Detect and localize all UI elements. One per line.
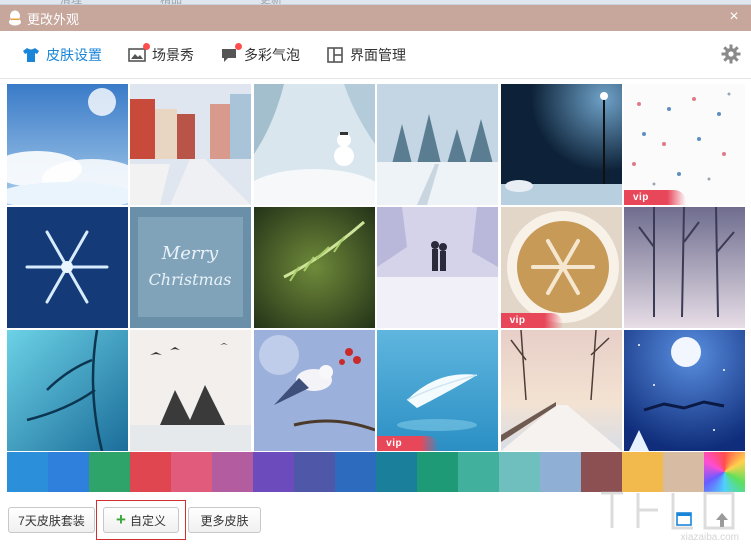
- skin-grid: vip Merry Christmas vip vip: [7, 84, 745, 451]
- custom-skin-button[interactable]: + 自定义: [103, 507, 179, 533]
- tab-skin-settings[interactable]: 皮肤设置: [22, 45, 102, 65]
- chat-bubble-icon: [220, 42, 242, 64]
- skin-tile-night-streetlamp[interactable]: [500, 84, 622, 205]
- notification-dot: [235, 42, 242, 50]
- svg-text:Merry: Merry: [161, 243, 219, 264]
- skin-thumbnail: [500, 330, 622, 451]
- skin-thumbnail: [130, 330, 252, 451]
- skin-tile-latte-art[interactable]: vip: [500, 207, 622, 328]
- close-button[interactable]: ×: [725, 8, 743, 26]
- picture-icon: [128, 42, 150, 64]
- skin-tile-feather[interactable]: vip: [377, 330, 499, 451]
- color-swatch[interactable]: [335, 452, 376, 492]
- skin-tile-blue-branches[interactable]: [7, 330, 128, 451]
- skin-tile-snowman[interactable]: [253, 84, 375, 205]
- color-swatch[interactable]: [704, 452, 745, 492]
- color-swatch[interactable]: [376, 452, 417, 492]
- tab-label: 界面管理: [350, 46, 406, 63]
- skin-tile-winter-boardwalk[interactable]: [500, 330, 622, 451]
- notification-dot: [143, 42, 150, 50]
- skin-thumbnail: [253, 84, 375, 205]
- tab-label: 多彩气泡: [244, 46, 300, 63]
- title-bar: 更改外观 ×: [0, 5, 751, 31]
- skin-thumbnail: [377, 207, 499, 328]
- seven-day-skin-suit-button[interactable]: 7天皮肤套装: [8, 507, 95, 533]
- skin-thumbnail: [623, 330, 745, 451]
- color-swatch[interactable]: [622, 452, 663, 492]
- color-swatch[interactable]: [130, 452, 171, 492]
- color-swatch[interactable]: [417, 452, 458, 492]
- color-swatch[interactable]: [294, 452, 335, 492]
- more-skins-button[interactable]: 更多皮肤: [188, 507, 261, 533]
- color-swatch[interactable]: [458, 452, 499, 492]
- skin-thumbnail: [7, 330, 128, 451]
- vip-badge: vip: [623, 190, 686, 205]
- skin-tile-merry-christmas[interactable]: Merry Christmas: [130, 207, 252, 328]
- color-swatch[interactable]: [7, 452, 48, 492]
- tab-label: 皮肤设置: [46, 46, 102, 63]
- tab-bar: 皮肤设置 场景秀 多彩气泡 界面管理: [0, 31, 751, 79]
- skin-thumbnail: [253, 330, 375, 451]
- custom-label: 自定义: [129, 513, 166, 528]
- skin-tile-blue-snowflake[interactable]: [7, 207, 128, 328]
- skin-thumbnail: [7, 207, 128, 328]
- skin-thumbnail: [500, 84, 622, 205]
- color-swatch[interactable]: [48, 452, 89, 492]
- skin-thumbnail: [377, 84, 499, 205]
- color-swatch[interactable]: [499, 452, 540, 492]
- vip-badge: vip: [377, 436, 440, 451]
- color-swatch[interactable]: [171, 452, 212, 492]
- skin-tile-birds-over-lake[interactable]: [130, 330, 252, 451]
- skin-tile-misty-trees[interactable]: [623, 207, 745, 328]
- skin-thumbnail: [7, 84, 128, 205]
- skin-tile-couple-in-snow[interactable]: [377, 207, 499, 328]
- skin-thumbnail: [623, 84, 745, 205]
- color-swatch[interactable]: [253, 452, 294, 492]
- skin-thumbnail: [253, 207, 375, 328]
- skin-thumbnail: [500, 207, 622, 328]
- color-palette: [7, 452, 745, 492]
- tab-label: 场景秀: [152, 46, 194, 63]
- skin-thumbnail: [623, 207, 745, 328]
- skin-tile-pine-branch[interactable]: [253, 207, 375, 328]
- bottom-bar: 7天皮肤套装 + 自定义 更多皮肤 xiazaiba.com: [0, 491, 751, 546]
- layout-icon: [326, 46, 344, 64]
- tab-scene-show[interactable]: 场景秀: [128, 42, 194, 65]
- skin-tile-snowflake-pattern[interactable]: vip: [623, 84, 745, 205]
- skin-thumbnail: [377, 330, 499, 451]
- color-swatch[interactable]: [540, 452, 581, 492]
- svg-text:Christmas: Christmas: [149, 270, 232, 289]
- color-swatch[interactable]: [89, 452, 130, 492]
- skin-tile-snowy-street[interactable]: [130, 84, 252, 205]
- watermark-logo-icon: [601, 491, 735, 530]
- qq-penguin-icon: [9, 10, 21, 26]
- skin-thumbnail: [130, 84, 252, 205]
- tab-colorful-bubbles[interactable]: 多彩气泡: [220, 42, 300, 65]
- tab-interface-management[interactable]: 界面管理: [326, 45, 406, 65]
- plus-icon: +: [116, 510, 126, 529]
- gear-icon[interactable]: [721, 44, 741, 64]
- watermark: xiazaiba.com: [593, 488, 743, 543]
- color-swatch[interactable]: [663, 452, 704, 492]
- skin-tile-snowy-forest[interactable]: [377, 84, 499, 205]
- vip-badge: vip: [500, 313, 563, 328]
- skin-tile-moon-reindeer[interactable]: [623, 330, 745, 451]
- skin-tile-bird-on-branch[interactable]: [253, 330, 375, 451]
- color-swatch[interactable]: [581, 452, 622, 492]
- color-swatch[interactable]: [212, 452, 253, 492]
- tshirt-icon: [22, 46, 40, 64]
- skin-thumbnail: Merry Christmas: [130, 207, 252, 328]
- window-title: 更改外观: [27, 11, 80, 27]
- watermark-text: xiazaiba.com: [680, 532, 739, 543]
- skin-tile-sky-clouds[interactable]: [7, 84, 128, 205]
